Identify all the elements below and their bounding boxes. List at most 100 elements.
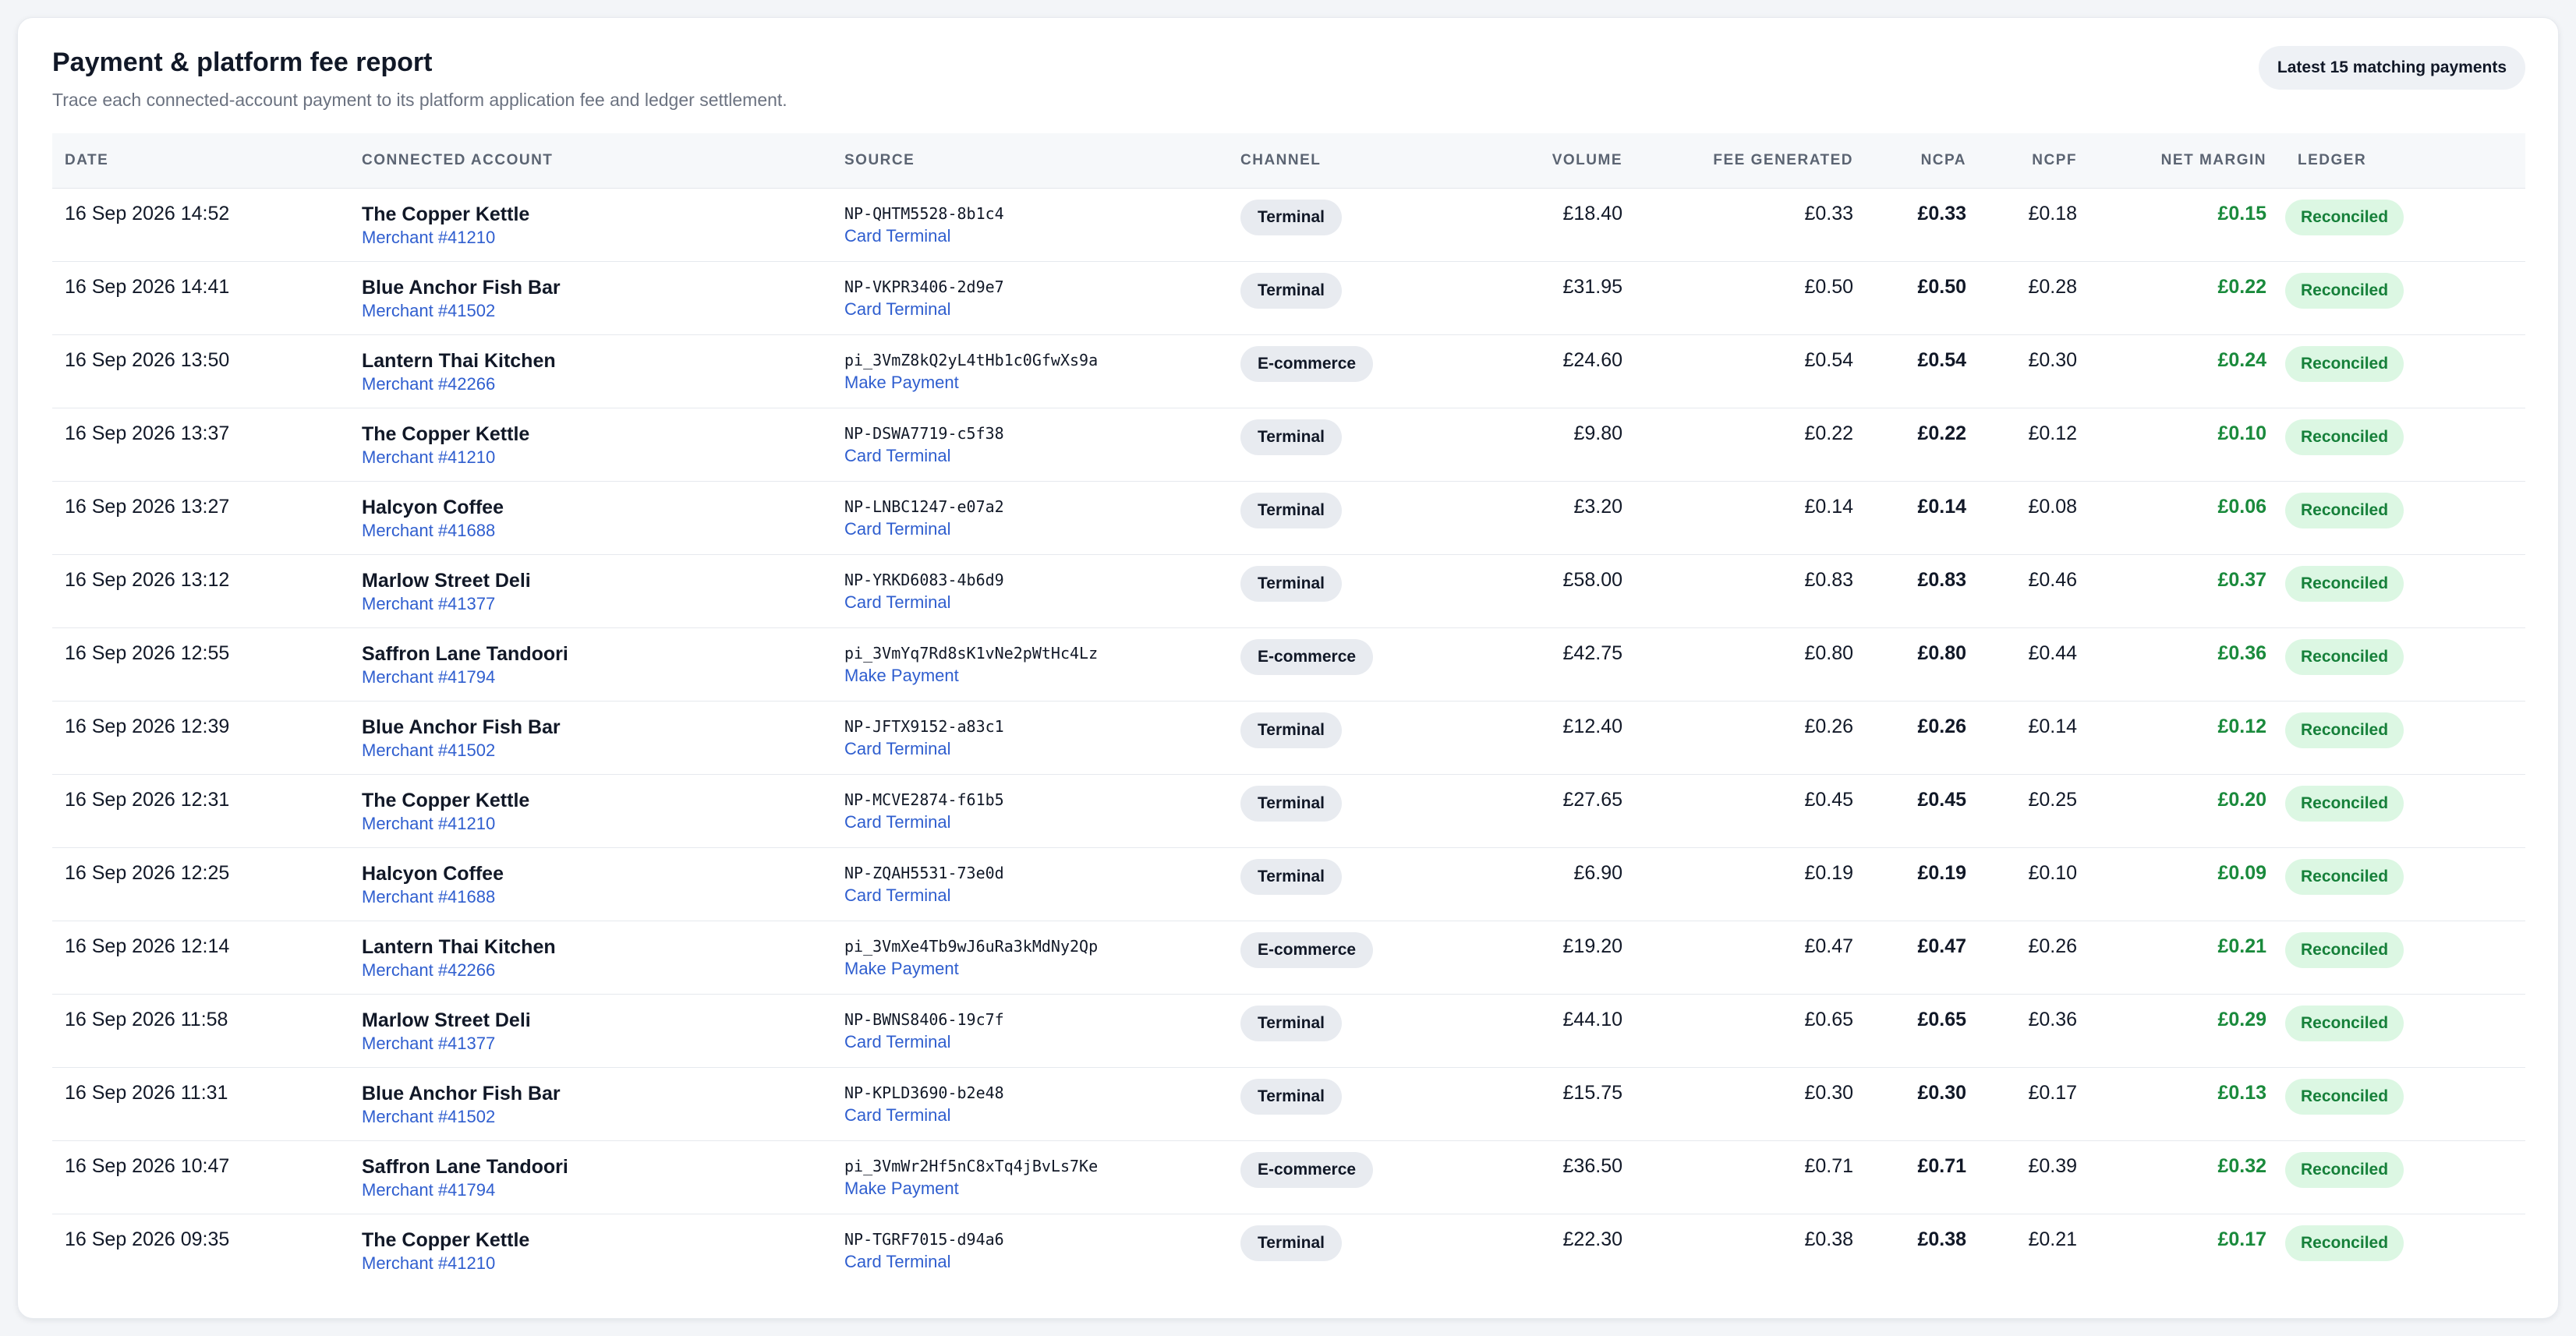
fee-generated-value: £0.26 <box>1804 715 1853 737</box>
merchant-link[interactable]: Merchant #41502 <box>362 299 819 323</box>
ncpa-value: £0.14 <box>1917 495 1966 518</box>
table-header-row: DATE CONNECTED ACCOUNT SOURCE CHANNEL VO… <box>52 133 2525 189</box>
column-header-channel[interactable]: CHANNEL <box>1228 133 1462 189</box>
merchant-link[interactable]: Merchant #41688 <box>362 885 819 909</box>
volume-value: £36.50 <box>1562 1154 1622 1177</box>
source-id: NP-JFTX9152-a83c1 <box>844 716 1004 736</box>
net-margin-value: £0.20 <box>2217 788 2266 811</box>
column-header-ledger[interactable]: LEDGER <box>2279 133 2525 189</box>
net-margin-value: £0.10 <box>2217 422 2266 444</box>
merchant-link[interactable]: Merchant #41210 <box>362 226 819 249</box>
channel-badge: Terminal <box>1240 272 1342 309</box>
table-row[interactable]: 16 Sep 2026 11:58 Marlow Street Deli Mer… <box>52 994 2525 1068</box>
source-id: NP-QHTM5528-8b1c4 <box>844 203 1004 223</box>
channel-badge: E-commerce <box>1240 1151 1374 1188</box>
ncpf-value: £0.14 <box>2028 715 2077 737</box>
connected-account-name: Saffron Lane Tandoori <box>362 642 568 665</box>
merchant-link[interactable]: Merchant #41502 <box>362 739 819 762</box>
ncpf-value: £0.25 <box>2028 788 2077 811</box>
table-row[interactable]: 16 Sep 2026 12:14 Lantern Thai Kitchen M… <box>52 921 2525 995</box>
payment-date: 16 Sep 2026 12:39 <box>65 715 230 737</box>
merchant-link[interactable]: Merchant #41210 <box>362 812 819 836</box>
source-type-link[interactable]: Card Terminal <box>844 444 1215 468</box>
merchant-link[interactable]: Merchant #41377 <box>362 1032 819 1055</box>
merchant-link[interactable]: Merchant #42266 <box>362 959 819 982</box>
merchant-link[interactable]: Merchant #41794 <box>362 666 819 689</box>
net-margin-value: £0.29 <box>2217 1008 2266 1030</box>
fee-generated-value: £0.22 <box>1804 422 1853 444</box>
fee-generated-value: £0.19 <box>1804 861 1853 884</box>
table-row[interactable]: 16 Sep 2026 13:12 Marlow Street Deli Mer… <box>52 554 2525 628</box>
source-type-link[interactable]: Make Payment <box>844 371 1215 394</box>
table-row[interactable]: 16 Sep 2026 13:50 Lantern Thai Kitchen M… <box>52 334 2525 408</box>
ledger-status-badge: Reconciled <box>2285 1151 2404 1188</box>
result-count-chip[interactable]: Latest 15 matching payments <box>2258 46 2525 90</box>
merchant-link[interactable]: Merchant #41502 <box>362 1105 819 1129</box>
source-type-link[interactable]: Card Terminal <box>844 1104 1215 1127</box>
source-type-link[interactable]: Card Terminal <box>844 884 1215 907</box>
volume-value: £19.20 <box>1562 935 1622 957</box>
net-margin-value: £0.17 <box>2217 1228 2266 1250</box>
source-type-link[interactable]: Make Payment <box>844 664 1215 687</box>
connected-account-name: Saffron Lane Tandoori <box>362 1155 568 1178</box>
fee-generated-value: £0.71 <box>1804 1154 1853 1177</box>
ledger-status-badge: Reconciled <box>2285 638 2404 675</box>
column-header-connected-account[interactable]: CONNECTED ACCOUNT <box>349 133 832 189</box>
payment-date: 16 Sep 2026 11:58 <box>65 1008 228 1030</box>
payment-date: 16 Sep 2026 14:41 <box>65 275 230 298</box>
net-margin-value: £0.13 <box>2217 1081 2266 1104</box>
column-header-volume[interactable]: VOLUME <box>1462 133 1635 189</box>
merchant-link[interactable]: Merchant #41377 <box>362 592 819 616</box>
source-type-link[interactable]: Card Terminal <box>844 591 1215 614</box>
ncpa-value: £0.83 <box>1917 568 1966 591</box>
column-header-ncpa[interactable]: NCPA <box>1866 133 1979 189</box>
volume-value: £58.00 <box>1562 568 1622 591</box>
ncpf-value: £0.28 <box>2028 275 2077 298</box>
ledger-status-badge: Reconciled <box>2285 858 2404 895</box>
ncpf-value: £0.30 <box>2028 348 2077 371</box>
merchant-link[interactable]: Merchant #41210 <box>362 1252 819 1275</box>
merchant-link[interactable]: Merchant #41688 <box>362 519 819 543</box>
net-margin-value: £0.09 <box>2217 861 2266 884</box>
table-row[interactable]: 16 Sep 2026 12:55 Saffron Lane Tandoori … <box>52 627 2525 702</box>
channel-badge: Terminal <box>1240 199 1342 235</box>
source-type-link[interactable]: Card Terminal <box>844 298 1215 321</box>
table-row[interactable]: 16 Sep 2026 14:41 Blue Anchor Fish Bar M… <box>52 261 2525 335</box>
merchant-link[interactable]: Merchant #41794 <box>362 1179 819 1202</box>
column-header-date[interactable]: DATE <box>52 133 349 189</box>
column-header-net-margin[interactable]: NET MARGIN <box>2089 133 2279 189</box>
table-row[interactable]: 16 Sep 2026 09:35 The Copper Kettle Merc… <box>52 1214 2525 1287</box>
source-type-link[interactable]: Card Terminal <box>844 518 1215 541</box>
channel-badge: E-commerce <box>1240 931 1374 968</box>
table-row[interactable]: 16 Sep 2026 12:39 Blue Anchor Fish Bar M… <box>52 701 2525 775</box>
source-type-link[interactable]: Make Payment <box>844 957 1215 981</box>
table-row[interactable]: 16 Sep 2026 12:25 Halcyon Coffee Merchan… <box>52 847 2525 921</box>
column-header-ncpf[interactable]: NCPF <box>1979 133 2089 189</box>
source-type-link[interactable]: Card Terminal <box>844 1030 1215 1054</box>
source-type-link[interactable]: Card Terminal <box>844 811 1215 834</box>
column-header-source[interactable]: SOURCE <box>832 133 1228 189</box>
volume-value: £12.40 <box>1562 715 1622 737</box>
table-row[interactable]: 16 Sep 2026 13:27 Halcyon Coffee Merchan… <box>52 481 2525 555</box>
table-row[interactable]: 16 Sep 2026 10:47 Saffron Lane Tandoori … <box>52 1140 2525 1214</box>
source-type-link[interactable]: Card Terminal <box>844 224 1215 248</box>
channel-badge: E-commerce <box>1240 638 1374 675</box>
source-type-link[interactable]: Card Terminal <box>844 737 1215 761</box>
column-header-fee-generated[interactable]: FEE GENERATED <box>1635 133 1866 189</box>
ncpa-value: £0.38 <box>1917 1228 1966 1250</box>
merchant-link[interactable]: Merchant #42266 <box>362 373 819 396</box>
volume-value: £3.20 <box>1573 495 1622 518</box>
ncpa-value: £0.65 <box>1917 1008 1966 1030</box>
ncpa-value: £0.47 <box>1917 935 1966 957</box>
table-row[interactable]: 16 Sep 2026 13:37 The Copper Kettle Merc… <box>52 408 2525 482</box>
merchant-link[interactable]: Merchant #41210 <box>362 446 819 469</box>
net-margin-value: £0.21 <box>2217 935 2266 957</box>
source-type-link[interactable]: Card Terminal <box>844 1250 1215 1274</box>
table-row[interactable]: 16 Sep 2026 14:52 The Copper Kettle Merc… <box>52 188 2525 262</box>
net-margin-value: £0.12 <box>2217 715 2266 737</box>
table-row[interactable]: 16 Sep 2026 12:31 The Copper Kettle Merc… <box>52 774 2525 848</box>
volume-value: £31.95 <box>1562 275 1622 298</box>
table-row[interactable]: 16 Sep 2026 11:31 Blue Anchor Fish Bar M… <box>52 1067 2525 1141</box>
source-type-link[interactable]: Make Payment <box>844 1177 1215 1200</box>
volume-value: £22.30 <box>1562 1228 1622 1250</box>
